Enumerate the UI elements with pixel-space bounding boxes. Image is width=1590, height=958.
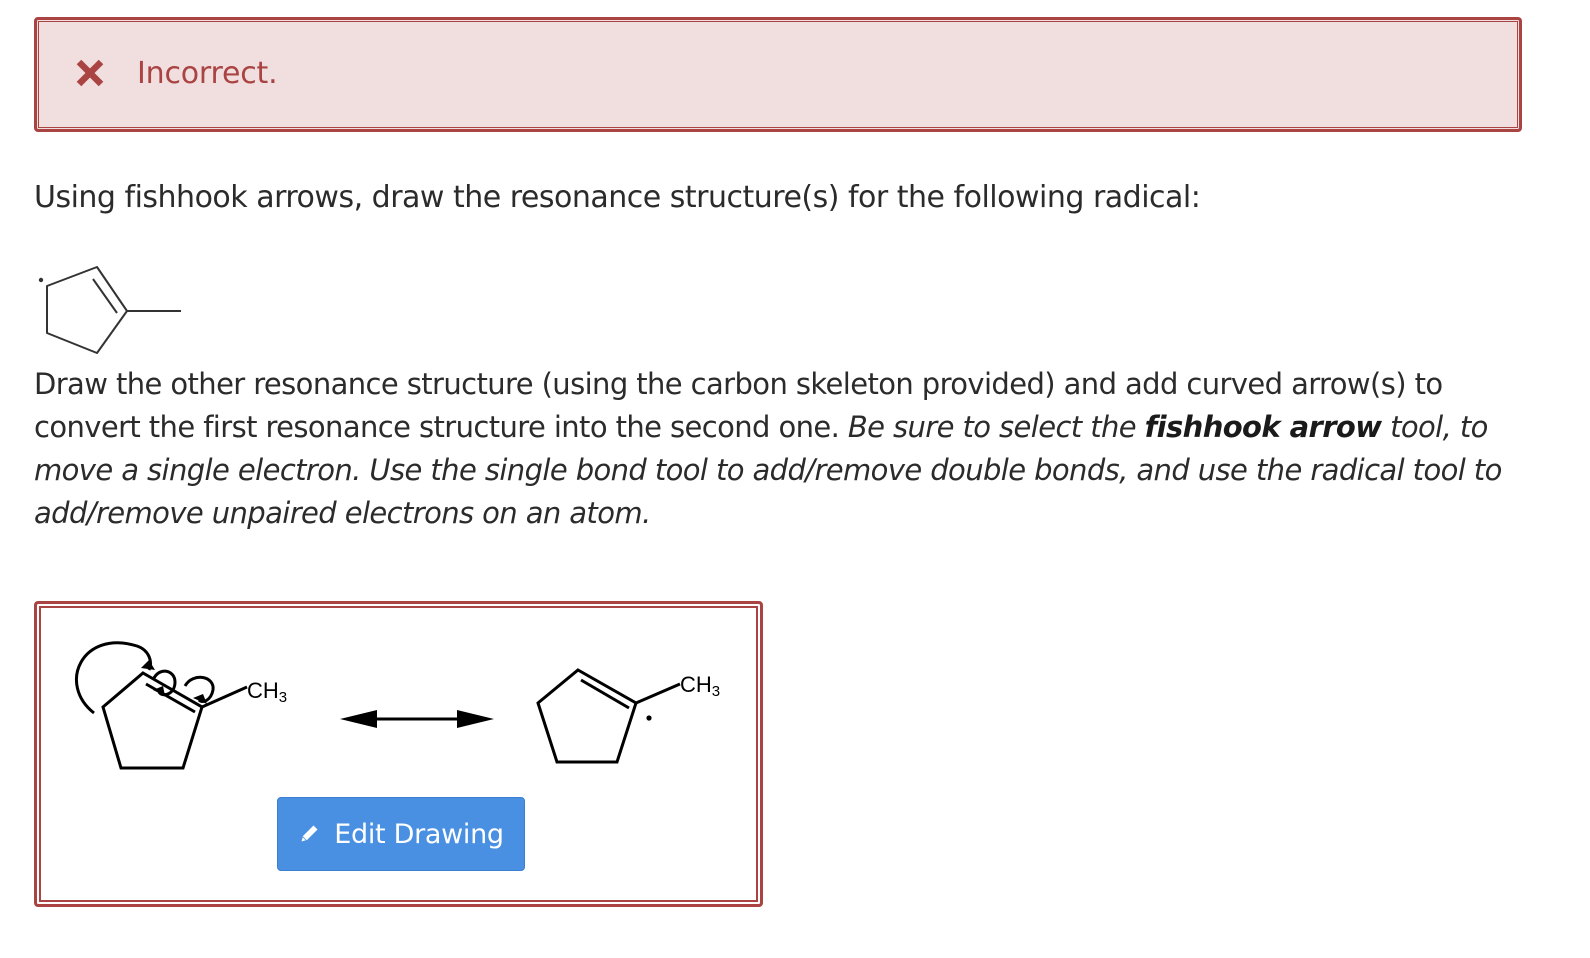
right-radical-dot [646, 715, 652, 721]
left-ch3-label: CH3 [247, 678, 288, 706]
pencil-icon [300, 825, 318, 843]
fishhook-head-large [141, 660, 155, 670]
right-methyl-bond [635, 682, 681, 705]
resonance-arrow-head-right [457, 710, 494, 728]
given-molecule [38, 266, 181, 354]
fishhook-arrow-emphasis: fishhook arrow [1144, 410, 1382, 444]
answer-drawing [75, 641, 681, 770]
question-text: Using fishhook arrows, draw the resonanc… [34, 180, 1201, 215]
close-icon [76, 59, 104, 87]
right-ch3-label: CH3 [680, 672, 721, 700]
resonance-arrow-head-left [340, 710, 377, 728]
feedback-banner: Incorrect. [34, 17, 1522, 132]
feedback-text: Incorrect. [137, 56, 278, 91]
instructions: Draw the other resonance structure (usin… [34, 363, 1534, 535]
radical-dot [38, 277, 44, 283]
edit-drawing-label: Edit Drawing [334, 818, 504, 850]
double-bond-line [92, 278, 118, 314]
edit-drawing-button[interactable]: Edit Drawing [277, 797, 525, 871]
answer-drawing-box: CH3 CH3 Edit Drawing [34, 601, 763, 907]
